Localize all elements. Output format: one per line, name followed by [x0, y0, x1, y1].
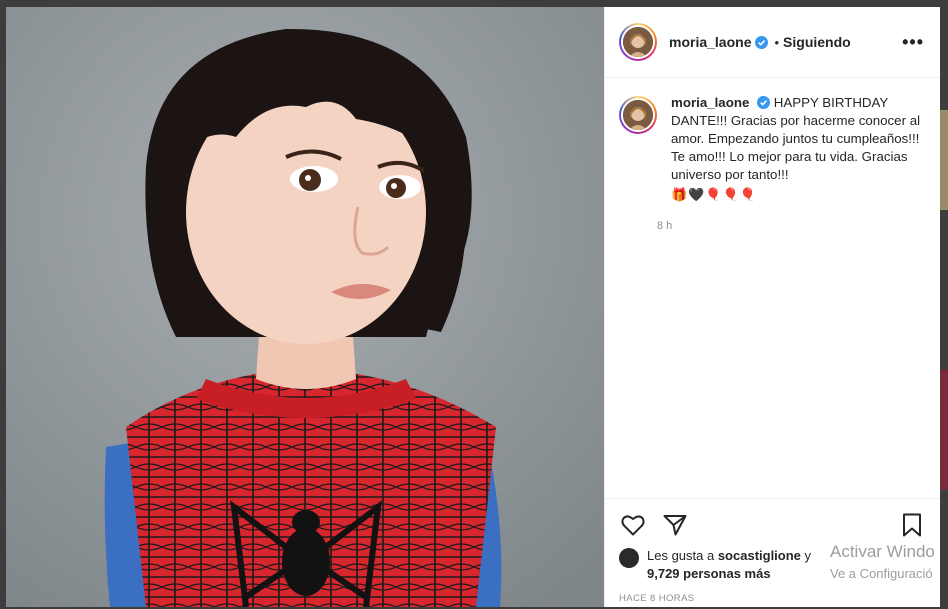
caption-text: moria_laone HAPPY BIRTHDAY DANTE!!! Grac… — [671, 94, 924, 204]
caption-block: moria_laone HAPPY BIRTHDAY DANTE!!! Grac… — [605, 78, 940, 204]
author-avatar[interactable] — [619, 23, 657, 61]
verified-badge-icon — [757, 96, 771, 109]
liker-avatar[interactable] — [619, 548, 639, 568]
bookmark-icon[interactable] — [898, 511, 926, 539]
caption-timestamp[interactable]: 8 h — [657, 220, 940, 232]
post-timestamp[interactable]: HACE 8 HORAS — [619, 593, 926, 604]
liker-username[interactable]: socastiglione — [718, 548, 801, 563]
action-icons — [619, 511, 926, 539]
post-actions: Les gusta a socastiglione y 9,729 person… — [605, 498, 940, 604]
post-photo-image — [6, 7, 604, 607]
post-modal: moria_laone • Siguiendo ••• moria_laone — [6, 7, 940, 607]
author-username[interactable]: moria_laone — [669, 34, 751, 50]
separator-dot: • — [774, 34, 780, 50]
likes-count[interactable]: 9,729 personas más — [647, 566, 771, 581]
more-options-icon[interactable]: ••• — [902, 32, 924, 53]
caption-username[interactable]: moria_laone — [671, 95, 749, 110]
likes-prefix: Les gusta a — [647, 548, 718, 563]
verified-badge-icon — [755, 35, 769, 49]
likes-summary: Les gusta a socastiglione y 9,729 person… — [619, 547, 926, 583]
caption-avatar[interactable] — [619, 96, 657, 134]
post-side-panel: moria_laone • Siguiendo ••• moria_laone — [604, 7, 940, 607]
likes-suffix: y — [800, 548, 812, 563]
post-header: moria_laone • Siguiendo ••• — [605, 7, 940, 78]
heart-icon[interactable] — [619, 511, 647, 539]
following-button[interactable]: Siguiendo — [783, 34, 851, 50]
caption-emoji: 🎁🖤🎈🎈🎈 — [671, 187, 757, 202]
share-icon[interactable] — [661, 511, 689, 539]
likes-text: Les gusta a socastiglione y 9,729 person… — [647, 547, 811, 583]
post-photo[interactable] — [6, 7, 604, 607]
